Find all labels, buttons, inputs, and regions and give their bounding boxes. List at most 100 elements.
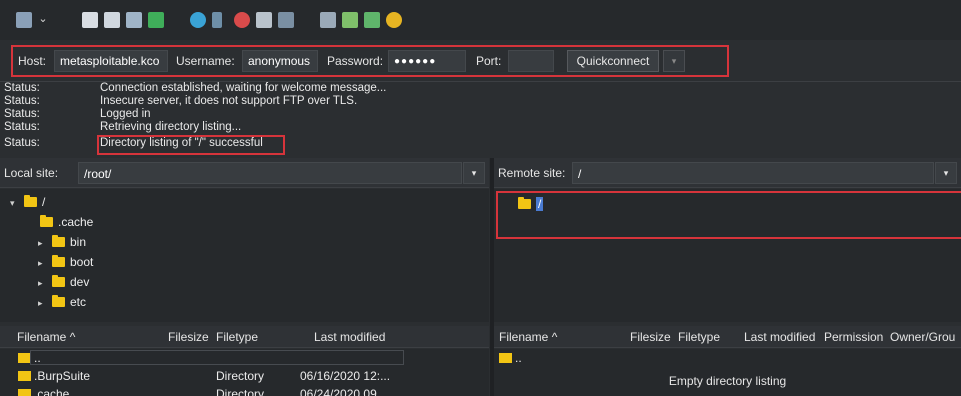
compare-icon[interactable] <box>320 12 336 28</box>
local-site-label: Local site: <box>4 166 59 180</box>
file-name: .BurpSuite <box>34 369 91 383</box>
toggle-queue-icon[interactable] <box>148 12 164 28</box>
log-row: Status: Connection established, waiting f… <box>0 82 961 95</box>
reconnect-icon[interactable] <box>278 12 294 28</box>
folder-icon <box>18 371 31 381</box>
remote-file-list: Filename ^ Filesize Filetype Last modifi… <box>494 326 961 396</box>
folder-icon <box>52 275 65 287</box>
log-key: Status: <box>4 137 40 149</box>
dir-compare-icon[interactable] <box>364 12 380 28</box>
tree-item-label: / <box>42 195 46 209</box>
folder-icon <box>40 215 53 227</box>
column-filetype[interactable]: Filetype <box>678 330 720 344</box>
refresh-icon[interactable] <box>190 12 206 28</box>
folder-icon <box>499 353 512 363</box>
sync-browse-icon[interactable] <box>342 12 358 28</box>
expand-arrow-icon[interactable]: ▸ <box>38 254 52 272</box>
column-last-modified[interactable]: Last modified <box>314 330 385 344</box>
local-site-bar: Local site: /root/ ▾ <box>0 158 489 188</box>
file-name: .cache <box>34 387 70 396</box>
list-item[interactable]: .. <box>0 349 489 367</box>
search-icon[interactable] <box>386 12 402 28</box>
log-row: Status: Insecure server, it does not supp… <box>0 95 961 108</box>
expand-arrow-icon[interactable]: ▾ <box>10 194 24 212</box>
remote-site-path-input[interactable]: / <box>572 162 934 184</box>
local-list-body[interactable]: .. .BurpSuite Directory 06/16/2020 12:..… <box>0 349 489 396</box>
remote-site-bar: Remote site: / ▾ <box>494 158 961 188</box>
dropdown-caret-icon[interactable]: ⌄ <box>37 12 49 26</box>
filezilla-window: ⌄ Host: metasploitable.kco Username: ano… <box>0 0 961 396</box>
folder-icon <box>52 235 65 247</box>
file-modified: 06/24/2020 09... <box>300 387 387 396</box>
toggle-log-icon[interactable] <box>82 12 98 28</box>
highlight-directory-success <box>97 135 285 155</box>
column-last-modified[interactable]: Last modified <box>744 330 815 344</box>
column-owner-group[interactable]: Owner/Grou <box>890 330 955 344</box>
local-site-pane: Local site: /root/ ▾ ▾ / .cache ▸ bin ▸ boo… <box>0 158 489 322</box>
remote-site-dropdown[interactable]: ▾ <box>935 162 957 184</box>
tree-item[interactable]: .cache <box>40 213 93 231</box>
log-message: Retrieving directory listing... <box>100 121 242 133</box>
remote-site-label: Remote site: <box>498 166 566 180</box>
log-row: Status: Retrieving directory listing... <box>0 121 961 134</box>
disconnect-icon[interactable] <box>256 12 272 28</box>
log-key: Status: <box>4 108 40 120</box>
column-filename[interactable]: Filename ^ <box>17 330 75 344</box>
log-key: Status: <box>4 82 40 94</box>
pane-divider[interactable] <box>490 158 494 396</box>
filter-icon[interactable] <box>212 12 222 28</box>
expand-arrow-icon[interactable]: ▸ <box>38 274 52 292</box>
tree-item[interactable]: ▾ / <box>10 193 45 211</box>
file-type: Directory <box>216 369 265 383</box>
folder-icon <box>18 389 31 396</box>
toolbar: ⌄ <box>0 0 961 40</box>
column-filename[interactable]: Filename ^ <box>499 330 557 344</box>
highlight-quickconnect <box>11 45 729 77</box>
log-key: Status: <box>4 95 40 107</box>
log-message: Insecure server, it does not support FTP… <box>100 95 358 107</box>
folder-icon <box>52 295 65 307</box>
remote-list-header: Filename ^ Filesize Filetype Last modifi… <box>494 326 961 348</box>
tree-item-label: dev <box>70 275 90 289</box>
expand-arrow-icon[interactable]: ▸ <box>38 234 52 252</box>
log-message: Logged in <box>100 108 151 120</box>
tree-item-label: etc <box>70 295 87 309</box>
local-directory-tree[interactable]: ▾ / .cache ▸ bin ▸ boot ▸ dev ▸ etc <box>0 189 489 322</box>
cancel-icon[interactable] <box>234 12 250 28</box>
column-permission[interactable]: Permission <box>824 330 883 344</box>
column-filetype[interactable]: Filetype <box>216 330 258 344</box>
folder-icon <box>52 255 65 267</box>
list-item[interactable]: .BurpSuite Directory 06/16/2020 12:... <box>0 367 489 385</box>
list-item[interactable]: .cache Directory 06/24/2020 09... <box>0 385 489 396</box>
site-manager-icon[interactable] <box>16 12 32 28</box>
highlight-remote-tree <box>496 191 961 239</box>
local-file-list: Filename ^ Filesize Filetype Last modifi… <box>0 326 489 396</box>
log-message: Connection established, waiting for welc… <box>100 82 387 94</box>
column-filesize[interactable]: Filesize <box>168 330 209 344</box>
remote-list-body[interactable]: .. Empty directory listing <box>494 349 961 396</box>
tree-item[interactable]: ▸ bin <box>38 233 86 251</box>
local-list-header: Filename ^ Filesize Filetype Last modifi… <box>0 326 489 348</box>
log-key: Status: <box>4 121 40 133</box>
file-modified: 06/16/2020 12:... <box>300 369 391 383</box>
tree-item-label: boot <box>70 255 94 269</box>
remote-site-pane: Remote site: / ▾ / <box>494 158 961 322</box>
folder-icon <box>24 195 37 207</box>
list-item-selection-box <box>30 350 404 365</box>
local-site-path-input[interactable]: /root/ <box>78 162 462 184</box>
tree-item-label: .cache <box>58 215 94 229</box>
file-name: .. <box>515 351 522 365</box>
tree-item[interactable]: ▸ dev <box>38 273 89 291</box>
toggle-tree-remote-icon[interactable] <box>126 12 142 28</box>
file-type: Directory <box>216 387 265 396</box>
tree-item[interactable]: ▸ boot <box>38 253 93 271</box>
toggle-tree-local-icon[interactable] <box>104 12 120 28</box>
log-row: Status: Logged in <box>0 108 961 121</box>
column-filesize[interactable]: Filesize <box>630 330 671 344</box>
tree-item-label: bin <box>70 235 87 249</box>
tree-item[interactable]: ▸ etc <box>38 293 86 311</box>
local-site-dropdown[interactable]: ▾ <box>463 162 485 184</box>
expand-arrow-icon[interactable]: ▸ <box>38 294 52 312</box>
list-item[interactable]: .. <box>494 349 961 367</box>
empty-listing-message: Empty directory listing <box>668 374 787 388</box>
